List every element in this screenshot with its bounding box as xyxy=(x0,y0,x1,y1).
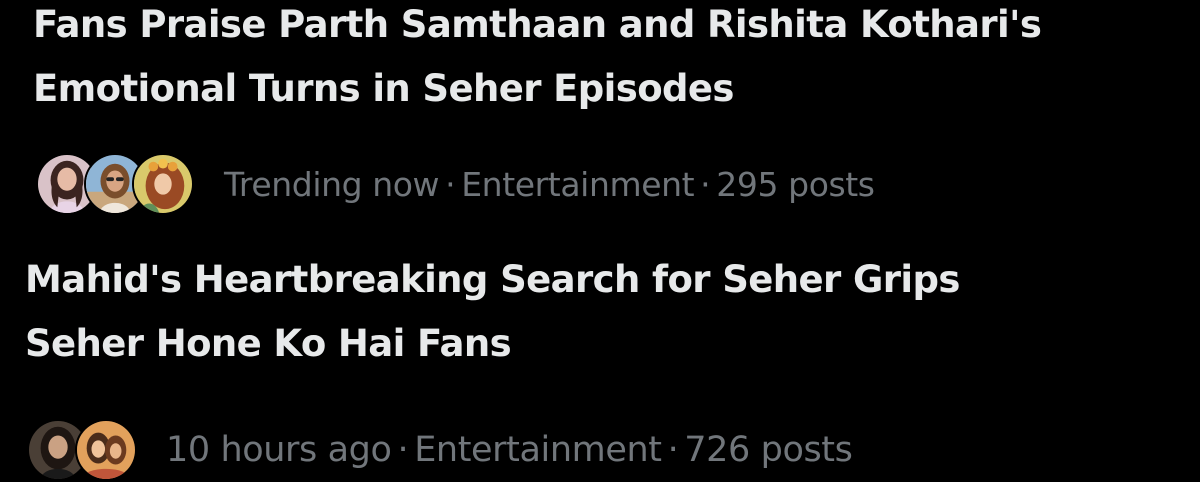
story-category: Entertainment xyxy=(461,164,695,204)
story-headline-line-2: Emotional Turns in Seher Episodes xyxy=(33,67,734,110)
story-headline-line-1: Fans Praise Parth Samthaan and Rishita K… xyxy=(33,3,1042,46)
avatar-group[interactable] xyxy=(27,419,137,481)
meta-separator: · xyxy=(397,430,409,470)
meta-separator: · xyxy=(667,430,679,470)
story-post-count: 726 posts xyxy=(684,430,853,470)
avatar-woman-flower-crown-icon xyxy=(132,153,194,215)
meta-separator: · xyxy=(445,164,456,204)
meta-separator: · xyxy=(700,164,711,204)
story-meta: 10 hours ago · Entertainment · 726 posts xyxy=(27,418,853,482)
story-category: Entertainment xyxy=(414,430,662,470)
story-meta-text: Trending now · Entertainment · 295 posts xyxy=(224,165,875,204)
story-status: 10 hours ago xyxy=(166,430,392,470)
story-status: Trending now xyxy=(224,164,440,204)
story-headline-line-1: Mahid's Heartbreaking Search for Seher G… xyxy=(25,258,960,301)
story-meta: Trending now · Entertainment · 295 posts xyxy=(36,152,875,216)
avatar-couple-illustration-icon xyxy=(75,419,137,481)
story-post-count: 295 posts xyxy=(716,164,875,204)
avatar-group[interactable] xyxy=(36,153,194,215)
story-headline-line-2: Seher Hone Ko Hai Fans xyxy=(25,322,512,365)
story-meta-text: 10 hours ago · Entertainment · 726 posts xyxy=(166,430,853,470)
story-headline: Mahid's Heartbreaking Search for Seher G… xyxy=(25,248,960,376)
trend-story-2[interactable]: Mahid's Heartbreaking Search for Seher G… xyxy=(0,240,1200,482)
story-headline: Fans Praise Parth Samthaan and Rishita K… xyxy=(33,0,1042,121)
trend-story-1[interactable]: Fans Praise Parth Samthaan and Rishita K… xyxy=(0,0,1200,240)
